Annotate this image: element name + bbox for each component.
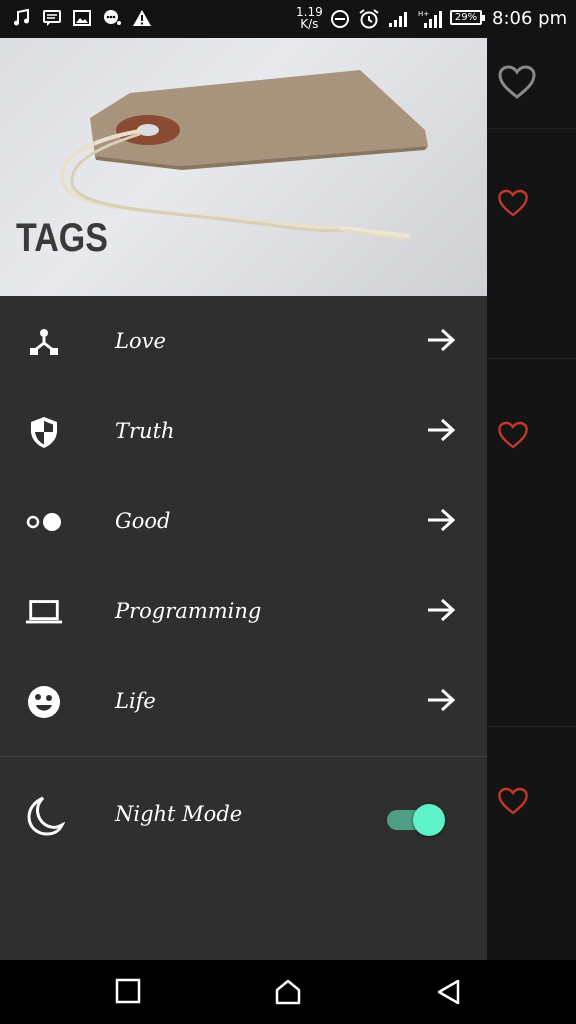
- status-bar: 1.19 K/s H+ 29% 8:06 pm: [0, 0, 576, 38]
- signal-h-icon: H+: [418, 9, 444, 33]
- menu-item-programming[interactable]: Programming: [0, 566, 487, 656]
- arrow-right-icon: [426, 687, 456, 717]
- chat-bubble-icon: [102, 8, 122, 28]
- toggle-knob: [413, 804, 445, 836]
- system-icons: H+: [330, 8, 444, 34]
- list-divider: [487, 358, 576, 359]
- signal-icon: [388, 10, 410, 32]
- heart-icon[interactable]: [497, 786, 529, 820]
- home-button[interactable]: [274, 978, 302, 1010]
- night-mode-toggle[interactable]: [387, 804, 445, 836]
- face-icon: [25, 683, 63, 721]
- image-icon: [72, 8, 92, 28]
- night-mode-row[interactable]: Night Mode: [0, 778, 487, 868]
- laptop-icon: [25, 593, 63, 631]
- back-button[interactable]: [436, 978, 462, 1010]
- list-divider: [487, 128, 576, 129]
- notification-icons: [12, 8, 152, 28]
- arrow-right-icon: [426, 417, 456, 447]
- menu-item-good[interactable]: Good: [0, 476, 487, 566]
- moon-icon: [25, 795, 66, 841]
- heart-icon[interactable]: [497, 420, 529, 454]
- arrow-right-icon: [426, 327, 456, 357]
- heart-icon[interactable]: [497, 64, 537, 104]
- shield-icon: [25, 413, 63, 451]
- dots-icon: [25, 503, 63, 541]
- night-mode-label: Night Mode: [115, 802, 243, 826]
- battery-indicator: 29%: [450, 10, 485, 25]
- heart-icon[interactable]: [497, 188, 529, 222]
- music-icon: [12, 8, 32, 28]
- arrow-right-icon: [426, 507, 456, 537]
- menu-item-truth[interactable]: Truth: [0, 386, 487, 476]
- do-not-disturb-icon: [330, 9, 350, 33]
- network-speed: 1.19 K/s: [296, 6, 323, 30]
- list-divider: [487, 726, 576, 727]
- warning-icon: [132, 8, 152, 28]
- menu-item-life[interactable]: Life: [0, 656, 487, 746]
- alarm-icon: [358, 8, 380, 34]
- menu-item-label: Life: [115, 689, 156, 713]
- message-icon: [42, 8, 62, 28]
- menu-item-label: Programming: [115, 599, 262, 623]
- menu-item-label: Love: [115, 329, 166, 353]
- network-icon: [25, 323, 63, 361]
- menu-item-label: Good: [115, 509, 171, 533]
- system-navigation-bar: [0, 960, 576, 1024]
- menu-divider: [0, 756, 487, 757]
- background-list: [487, 38, 576, 960]
- navigation-drawer: TAGS Love Truth Good Programming Life Ni…: [0, 38, 487, 960]
- network-speed-unit: K/s: [300, 17, 319, 31]
- arrow-right-icon: [426, 597, 456, 627]
- clock: 8:06 pm: [492, 8, 568, 29]
- svg-text:H+: H+: [418, 10, 429, 18]
- menu-item-love[interactable]: Love: [0, 296, 487, 386]
- drawer-header-title: TAGS: [16, 216, 108, 260]
- tag-menu: Love Truth Good Programming Life: [0, 296, 487, 746]
- recent-apps-button[interactable]: [115, 978, 141, 1008]
- menu-item-label: Truth: [115, 419, 175, 443]
- drawer-header-image: TAGS: [0, 38, 487, 296]
